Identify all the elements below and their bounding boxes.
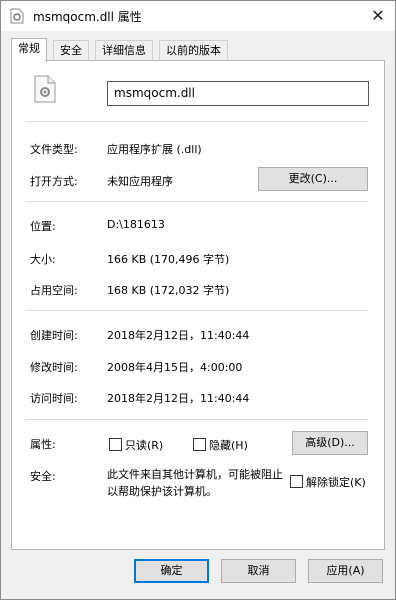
file-name-field[interactable]: msmqocm.dll [107, 81, 369, 106]
apply-button[interactable]: 应用(A) [308, 559, 383, 583]
size-on-disk-label: 占用空间: [30, 284, 78, 297]
unblock-checkbox[interactable]: 解除锁定(K) [290, 474, 366, 490]
tab-security[interactable]: 安全 [53, 40, 89, 61]
attributes-label: 属性: [30, 438, 56, 451]
accessed-label: 访问时间: [30, 392, 78, 405]
general-panel: msmqocm.dll 文件类型: 应用程序扩展 (.dll) 打开方式: 未知… [11, 60, 385, 550]
divider [26, 310, 368, 311]
modified-label: 修改时间: [30, 361, 78, 374]
location-value: D:\181613 [107, 218, 165, 231]
change-button[interactable]: 更改(C)... [258, 167, 368, 191]
tab-details[interactable]: 详细信息 [95, 40, 153, 61]
properties-window: msmqocm.dll 属性 ✕ 常规 安全 详细信息 以前的版本 msmqoc… [0, 0, 396, 600]
created-label: 创建时间: [30, 329, 78, 342]
title-bar: msmqocm.dll 属性 ✕ [1, 1, 395, 31]
opens-with-value: 未知应用程序 [107, 175, 173, 188]
hidden-checkbox-label: 隐藏(H) [209, 439, 248, 452]
accessed-value: 2018年2月12日，11:40:44 [107, 392, 250, 405]
ok-button[interactable]: 确定 [134, 559, 209, 583]
divider [26, 201, 368, 202]
tab-previous-versions[interactable]: 以前的版本 [159, 40, 228, 61]
checkbox-box[interactable] [290, 475, 303, 488]
modified-value: 2008年4月15日，4:00:00 [107, 361, 243, 374]
close-icon[interactable]: ✕ [361, 1, 395, 31]
size-value: 166 KB (170,496 字节) [107, 253, 230, 266]
security-label: 安全: [30, 470, 56, 483]
readonly-checkbox-label: 只读(R) [125, 439, 164, 452]
dll-gear-file-icon [34, 75, 56, 103]
size-on-disk-value: 168 KB (172,032 字节) [107, 284, 230, 297]
unblock-checkbox-label: 解除锁定(K) [306, 476, 366, 489]
divider [26, 419, 368, 420]
advanced-button[interactable]: 高级(D)... [292, 431, 368, 455]
checkbox-box[interactable] [193, 438, 206, 451]
file-icon [9, 8, 25, 24]
file-type-label: 文件类型: [30, 143, 78, 156]
tab-general[interactable]: 常规 [11, 38, 47, 62]
size-label: 大小: [30, 253, 56, 266]
opens-with-label: 打开方式: [30, 175, 78, 188]
location-label: 位置: [30, 220, 56, 233]
readonly-checkbox[interactable]: 只读(R) [109, 437, 163, 453]
created-value: 2018年2月12日，11:40:44 [107, 329, 250, 342]
cancel-button[interactable]: 取消 [221, 559, 296, 583]
divider [26, 121, 368, 122]
security-warning-text: 此文件来自其他计算机，可能被阻止以帮助保护该计算机。 [107, 468, 283, 498]
hidden-checkbox[interactable]: 隐藏(H) [193, 437, 248, 453]
checkbox-box[interactable] [109, 438, 122, 451]
window-title: msmqocm.dll 属性 [33, 10, 142, 24]
file-type-value: 应用程序扩展 (.dll) [107, 143, 202, 156]
